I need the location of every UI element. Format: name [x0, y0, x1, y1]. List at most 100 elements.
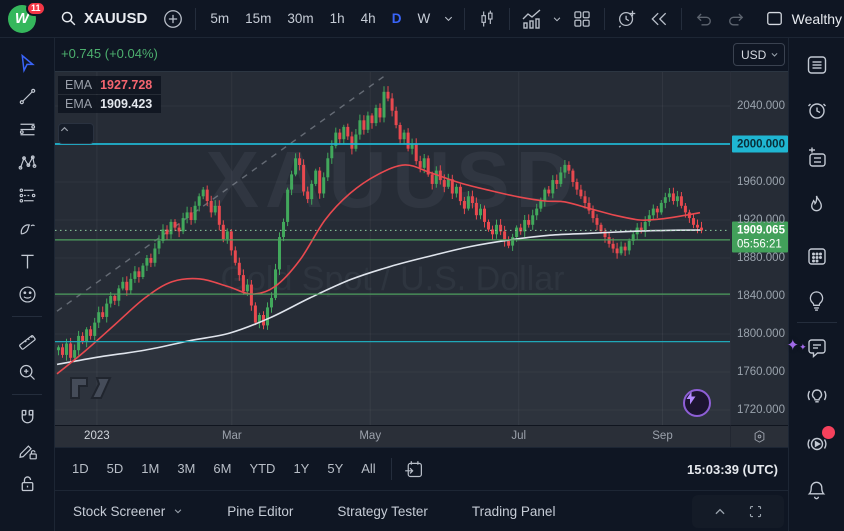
currency-select[interactable]: USD: [733, 43, 785, 66]
time-axis[interactable]: 2023MarMayJulSep: [55, 425, 730, 447]
fib-retracement-tool[interactable]: [8, 114, 46, 144]
emoji-tool[interactable]: [8, 279, 46, 309]
candlestick-style-icon[interactable]: [471, 0, 503, 38]
time-axis-label: Jul: [511, 430, 526, 442]
trendline-tool[interactable]: [8, 81, 46, 111]
ema-value: 1927.728: [100, 78, 152, 92]
ideas-lightbulb-icon[interactable]: [797, 280, 837, 320]
range-button-1m[interactable]: 1M: [132, 448, 168, 490]
range-button-all[interactable]: All: [352, 448, 384, 490]
alert-level-label[interactable]: 2000.000: [732, 136, 788, 153]
status-bar: Stock Screener Pine Editor Strategy Tester…: [55, 490, 788, 531]
layout-grid-icon[interactable]: [566, 0, 598, 38]
panel-controls: [692, 495, 784, 528]
timeframe-button-30m[interactable]: 30m: [279, 0, 321, 38]
timeframe-button-15m[interactable]: 15m: [237, 0, 279, 38]
live-indicator-dot: [822, 426, 835, 439]
timeframe-button-w[interactable]: W: [409, 0, 438, 38]
collapse-legend-button[interactable]: [58, 123, 94, 144]
toolbar-divider: [681, 8, 682, 30]
ai-sparkles-icon[interactable]: ✦✦: [787, 340, 807, 353]
ema-label: EMA: [65, 78, 92, 92]
xabcd-pattern-tool[interactable]: [8, 147, 46, 177]
price-tick-label: 1760.000: [731, 366, 789, 378]
brush-tool[interactable]: [8, 213, 46, 243]
create-alert-icon[interactable]: [611, 0, 643, 38]
server-clock[interactable]: 15:03:39 (UTC): [687, 448, 778, 491]
range-button-5y[interactable]: 5Y: [318, 448, 352, 490]
ema-legend-row[interactable]: EMA 1909.423: [58, 95, 161, 113]
object-tree-icon[interactable]: [797, 138, 837, 178]
cursor-tool[interactable]: [8, 48, 46, 78]
indicator-legend: EMA 1927.728 EMA 1909.423: [58, 76, 161, 114]
chevron-down-icon: [770, 50, 779, 59]
add-symbol-icon[interactable]: [157, 0, 189, 38]
panel-tab-trading-panel[interactable]: Trading Panel: [472, 504, 556, 519]
time-axis-label: Mar: [222, 430, 242, 442]
timeframe-chevron-icon[interactable]: [438, 0, 458, 38]
currency-label: USD: [741, 48, 766, 62]
chart-plot[interactable]: XAUUSD Gold Spot / U.S. Dollar EMA 1927.…: [55, 71, 730, 425]
price-tick-label: 1840.000: [731, 290, 789, 302]
panel-square-icon: [765, 9, 784, 28]
lock-all-tool[interactable]: [8, 468, 46, 498]
live-ideas-icon[interactable]: [797, 376, 837, 416]
collapse-panel-icon[interactable]: [713, 505, 727, 519]
bar-replay-icon[interactable]: [643, 0, 675, 38]
text-tool[interactable]: [8, 246, 46, 276]
boost-button[interactable]: [683, 389, 711, 417]
panel-tab-pine-editor[interactable]: Pine Editor: [227, 504, 293, 519]
layout-account-button[interactable]: Wealthy: [765, 9, 844, 28]
magnet-tool[interactable]: [8, 402, 46, 432]
range-button-ytd[interactable]: YTD: [240, 448, 284, 490]
calendar-icon[interactable]: [797, 236, 837, 276]
indicators-chevron-icon[interactable]: [548, 0, 566, 38]
chat-icon[interactable]: ✦✦: [797, 328, 837, 368]
projection-tool[interactable]: [8, 180, 46, 210]
user-menu-button[interactable]: W 11: [0, 0, 46, 38]
gear-icon: [752, 429, 767, 444]
alerts-clock-icon[interactable]: [797, 90, 837, 130]
redo-icon[interactable]: [720, 0, 752, 38]
price-scale-ticks[interactable]: 2000.000 1909.065 05:56:21 2040.0001960.…: [730, 71, 788, 425]
go-to-date-icon[interactable]: [398, 450, 430, 488]
ruler-tool[interactable]: [8, 324, 46, 354]
notifications-bell-icon[interactable]: [797, 470, 837, 510]
hotlists-flame-icon[interactable]: [797, 184, 837, 224]
price-scale[interactable]: USD 2000.000 1909.065 05:56:21 2040.0001…: [730, 38, 788, 447]
toolbar-divider: [12, 394, 42, 395]
axis-settings-button[interactable]: [730, 425, 788, 447]
zoom-in-tool[interactable]: [8, 357, 46, 387]
range-switcher: 1D5D1M3M6MYTD1Y5YAll: [63, 448, 385, 490]
timeframe-button-4h[interactable]: 4h: [353, 0, 384, 38]
symbol-search-button[interactable]: XAUUSD: [46, 0, 157, 38]
price-tick-label: 1880.000: [731, 252, 789, 264]
widget-sidebar: ✦✦: [788, 38, 844, 531]
price-change-label: +0.745 (+0.04%): [61, 46, 158, 61]
timeframe-button-5m[interactable]: 5m: [202, 0, 237, 38]
panel-tab-stock-screener[interactable]: Stock Screener: [73, 504, 183, 519]
streams-icon[interactable]: [797, 424, 837, 464]
undo-icon[interactable]: [688, 0, 720, 38]
toolbar-divider: [391, 458, 392, 480]
range-button-3m[interactable]: 3M: [168, 448, 204, 490]
timeframe-switcher: 5m15m30m1h4hDW: [202, 0, 438, 38]
top-toolbar: W 11 XAUUSD 5m15m30m1h4hDW: [0, 0, 844, 38]
range-button-1d[interactable]: 1D: [63, 448, 98, 490]
price-tick-label: 1920.000: [731, 214, 789, 226]
timeframe-button-1h[interactable]: 1h: [322, 0, 353, 38]
indicators-icon[interactable]: [516, 0, 548, 38]
range-button-5d[interactable]: 5D: [98, 448, 133, 490]
drawing-lock-tool[interactable]: [8, 435, 46, 465]
range-button-1y[interactable]: 1Y: [284, 448, 318, 490]
ema-legend-row[interactable]: EMA 1927.728: [58, 76, 161, 94]
watchlist-icon[interactable]: [797, 45, 837, 85]
ema-label: EMA: [65, 97, 92, 111]
panel-tab-strategy-tester[interactable]: Strategy Tester: [337, 504, 428, 519]
price-scale-header: USD: [730, 38, 788, 71]
toolbar-divider: [12, 316, 42, 317]
range-button-6m[interactable]: 6M: [204, 448, 240, 490]
timeframe-button-d[interactable]: D: [384, 0, 410, 38]
last-price-label[interactable]: 1909.065 05:56:21: [732, 222, 788, 253]
maximize-panel-icon[interactable]: [748, 504, 763, 519]
